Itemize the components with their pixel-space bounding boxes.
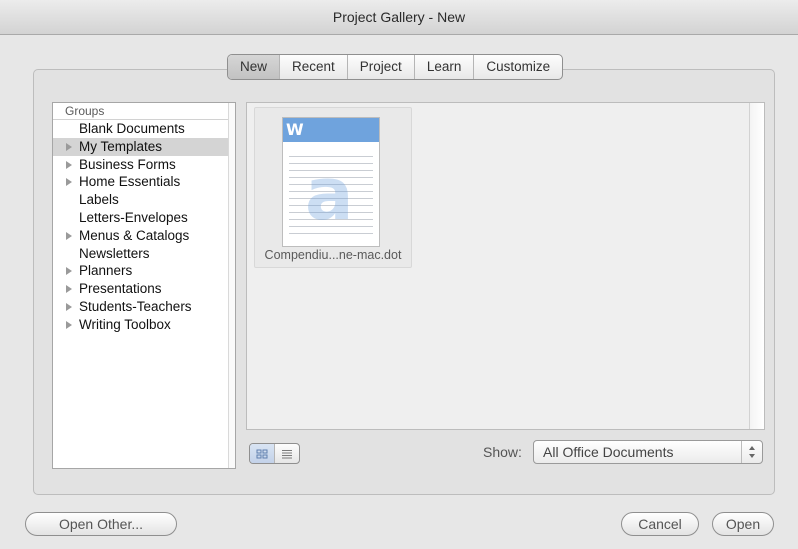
tab-new[interactable]: New xyxy=(228,55,281,79)
disclosure-triangle-icon[interactable] xyxy=(66,231,72,240)
disclosure-triangle-icon[interactable] xyxy=(66,285,72,294)
group-item-label: My Templates xyxy=(79,138,163,154)
groups-list: Groups Blank Documents My Templates Busi… xyxy=(52,102,236,469)
group-item-letters-envelopes[interactable]: Letters-Envelopes xyxy=(53,209,235,227)
tab-project[interactable]: Project xyxy=(348,55,415,79)
group-item-label: Writing Toolbox xyxy=(79,316,171,332)
group-item-label: Students-Teachers xyxy=(79,298,192,314)
group-item-label: Home Essentials xyxy=(79,174,181,190)
tab-recent[interactable]: Recent xyxy=(280,55,348,79)
group-item-newsletters[interactable]: Newsletters xyxy=(53,245,235,263)
group-item-planners[interactable]: Planners xyxy=(53,262,235,280)
group-item-label: Labels xyxy=(79,192,119,208)
disclosure-triangle-icon[interactable] xyxy=(66,320,72,329)
document-name: Compendiu...ne-mac.dot xyxy=(264,248,402,262)
show-filter-select[interactable]: All Office Documents xyxy=(533,440,763,464)
group-item-home-essentials[interactable]: Home Essentials xyxy=(53,173,235,191)
group-item-label: Planners xyxy=(79,263,133,279)
disclosure-triangle-icon[interactable] xyxy=(66,142,72,151)
tab-learn[interactable]: Learn xyxy=(415,55,475,79)
group-item-labels[interactable]: Labels xyxy=(53,191,235,209)
group-item-label: Newsletters xyxy=(79,245,150,261)
group-item-label: Presentations xyxy=(79,281,162,297)
icon-view-button[interactable] xyxy=(250,444,275,463)
groups-scrollbar[interactable] xyxy=(228,103,235,468)
group-item-label: Letters-Envelopes xyxy=(79,209,188,225)
tab-bar: New Recent Project Learn Customize xyxy=(227,54,564,80)
groups-header: Groups xyxy=(53,103,235,120)
group-item-blank-documents[interactable]: Blank Documents xyxy=(53,120,235,138)
group-item-writing-toolbox[interactable]: Writing Toolbox xyxy=(53,316,235,334)
list-view-icon xyxy=(282,449,292,458)
group-item-my-templates[interactable]: My Templates xyxy=(53,137,235,156)
open-other-button[interactable]: Open Other... xyxy=(25,512,177,536)
group-item-label: Menus & Catalogs xyxy=(79,227,190,243)
document-item[interactable]: W a Compendiu...ne-mac.dot xyxy=(254,107,412,268)
disclosure-triangle-icon[interactable] xyxy=(66,267,72,276)
documents-scrollbar[interactable] xyxy=(749,103,764,429)
disclosure-triangle-icon[interactable] xyxy=(66,302,72,311)
show-label: Show: xyxy=(483,444,522,460)
show-filter-value: All Office Documents xyxy=(543,444,674,460)
view-mode-toggle xyxy=(249,443,300,464)
word-document-icon: W a xyxy=(282,117,380,247)
window-title: Project Gallery - New xyxy=(0,0,798,35)
updown-arrows-icon xyxy=(741,441,762,463)
group-item-label: Business Forms xyxy=(79,156,176,172)
group-item-menus-catalogs[interactable]: Menus & Catalogs xyxy=(53,227,235,245)
group-item-presentations[interactable]: Presentations xyxy=(53,280,235,298)
list-view-button[interactable] xyxy=(275,444,299,463)
group-item-label: Blank Documents xyxy=(79,121,185,136)
grid-view-icon xyxy=(256,449,268,458)
disclosure-triangle-icon[interactable] xyxy=(66,160,72,169)
group-item-business-forms[interactable]: Business Forms xyxy=(53,156,235,174)
documents-panel: W a Compendiu...ne-mac.dot xyxy=(246,102,765,430)
open-button[interactable]: Open xyxy=(712,512,774,536)
cancel-button[interactable]: Cancel xyxy=(621,512,699,536)
tab-customize[interactable]: Customize xyxy=(474,55,562,79)
disclosure-triangle-icon[interactable] xyxy=(66,178,72,187)
group-item-students-teachers[interactable]: Students-Teachers xyxy=(53,298,235,316)
